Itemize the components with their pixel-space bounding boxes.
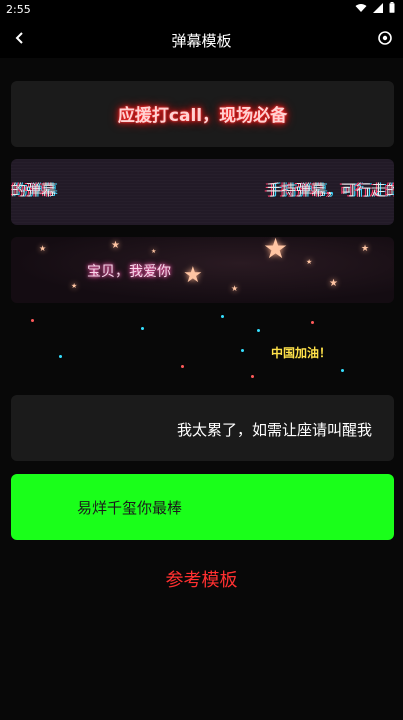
sparkle [221,315,224,318]
template-card-glitch[interactable]: 的弹幕 手持弹幕，可行走的 [11,159,394,225]
page-title: 弹幕模板 [171,32,232,50]
star-icon: ★ [306,258,313,266]
sparkle [311,321,314,324]
sparkle [59,355,62,358]
star-icon: ★ [263,237,289,265]
sparkle [241,349,244,352]
settings-button[interactable] [375,28,395,48]
template-card-green[interactable]: 易烊千玺你最棒 [11,474,394,540]
status-icons [355,2,395,13]
sparkle [251,375,254,378]
template-text-stars: 宝贝，我爱你 [87,264,171,280]
star-icon: ★ [329,278,338,289]
sparkle [31,319,34,322]
star-icon: ★ [111,240,120,251]
template-card-stars[interactable]: ★ ★ ★ ★ ★ ★ ★ ★ ★ ★ 宝贝，我爱你 [11,237,394,303]
star-icon: ★ [361,244,370,254]
sparkle [181,365,184,368]
sparkle [257,329,260,332]
battery-icon [389,2,395,13]
template-list: 应援打call，现场必备 的弹幕 手持弹幕，可行走的 ★ ★ ★ ★ ★ ★ ★… [0,58,403,720]
template-text-china: 中国加油！ [271,346,332,360]
star-icon: ★ [183,263,203,288]
star-icon: ★ [71,282,78,290]
template-text-neon: 应援打call，现场必备 [117,106,288,126]
sparkle [341,369,344,372]
template-card-china[interactable]: 中国加油！ [11,315,394,393]
template-text-green: 易烊千玺你最棒 [77,499,183,517]
template-card-seat[interactable]: 我太累了，如需让座请叫醒我 [11,395,394,461]
template-card-neon[interactable]: 应援打call，现场必备 [11,81,394,147]
star-icon: ★ [39,244,47,253]
app-bar: 弹幕模板 [0,20,403,58]
template-text-seat: 我太累了，如需让座请叫醒我 [176,421,372,439]
wifi-icon [355,3,367,12]
status-bar: 2:55 [0,0,403,18]
target-icon [378,31,392,45]
status-time: 2:55 [6,3,31,16]
reference-template-link[interactable]: 参考模板 [0,566,403,592]
template-text-glitch-left: 的弹幕 [11,181,57,199]
template-text-glitch-right: 手持弹幕，可行走的 [266,181,394,199]
sparkle [141,327,144,330]
star-icon: ★ [151,248,157,255]
signal-icon [373,2,383,13]
star-icon: ★ [231,284,239,293]
